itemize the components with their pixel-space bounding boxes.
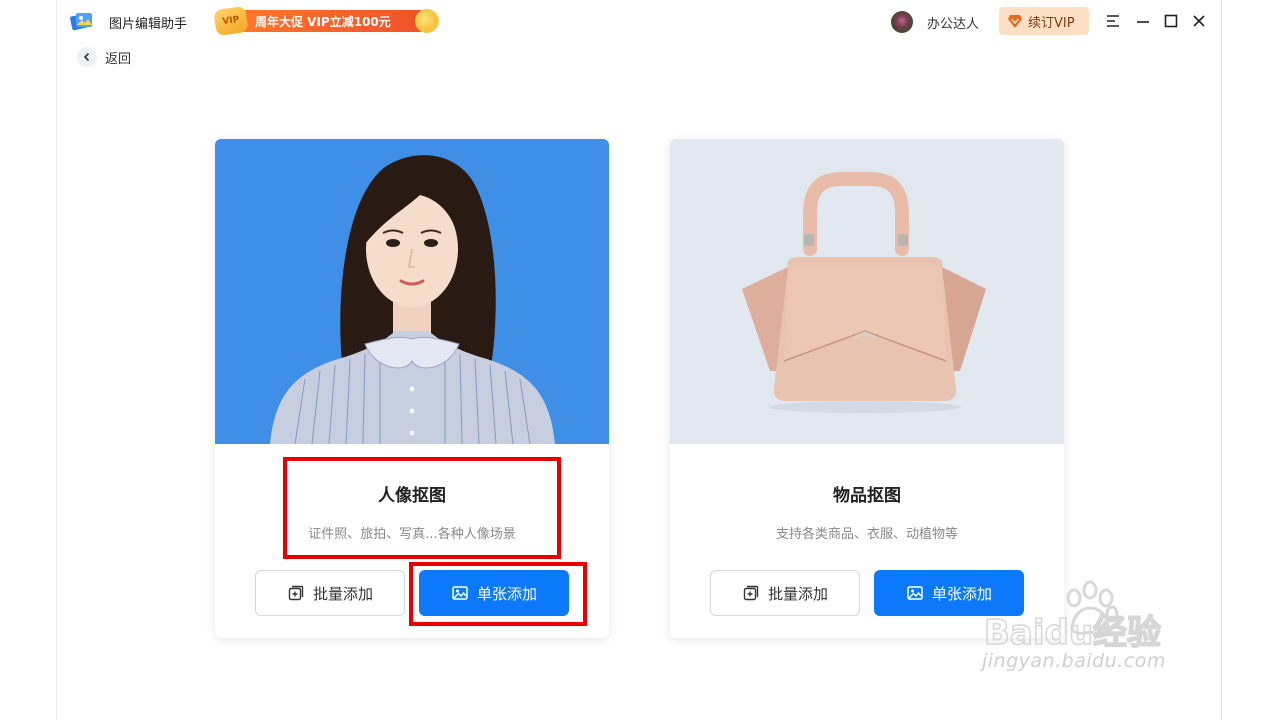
card-description: 支持各类商品、衣服、动植物等 xyxy=(775,527,958,542)
renew-vip-label: 续订VIP xyxy=(1028,15,1075,31)
svg-text:Baidu经验: Baidu经验 xyxy=(984,613,1161,652)
back-label: 返回 xyxy=(105,51,132,67)
image-icon xyxy=(907,586,923,600)
highlight-box-button xyxy=(409,562,587,626)
card-title: 物品抠图 xyxy=(833,486,901,506)
menu-icon xyxy=(1107,15,1119,27)
portrait-sample-image xyxy=(215,139,609,444)
batch-add-icon xyxy=(288,585,304,601)
chevron-left-icon xyxy=(83,52,90,62)
renew-vip-button[interactable]: 续订VIP xyxy=(999,7,1089,35)
close-icon xyxy=(1193,15,1205,27)
vip-badge-icon: VIP xyxy=(213,5,249,37)
maximize-button[interactable] xyxy=(1160,10,1182,32)
app-name: 图片编辑助手 xyxy=(109,17,188,32)
batch-add-button[interactable]: 批量添加 xyxy=(710,570,860,616)
menu-button[interactable] xyxy=(1102,10,1124,32)
app-logo-icon xyxy=(70,13,92,31)
coin-icon xyxy=(415,9,439,33)
handbag-sample-image xyxy=(670,139,1064,444)
minimize-button[interactable] xyxy=(1132,10,1154,32)
promo-text: 周年大促 VIP立减100元 xyxy=(255,15,391,29)
batch-add-label: 批量添加 xyxy=(312,584,373,603)
baidu-watermark: Baidu经验 jingyan.baidu.com xyxy=(982,580,1212,690)
username[interactable]: 办公达人 xyxy=(927,13,979,32)
back-circle xyxy=(77,47,97,67)
watermark-brand-text: Baidu经验 xyxy=(983,612,1162,652)
title-bar: 图片编辑助手 VIP 周年大促 VIP立减100元 办公达人 续订VIP xyxy=(57,0,1221,42)
promo-banner[interactable]: VIP 周年大促 VIP立减100元 xyxy=(213,5,439,37)
avatar[interactable] xyxy=(891,11,913,33)
minimize-icon xyxy=(1137,21,1149,23)
maximize-icon xyxy=(1164,14,1178,28)
back-button[interactable]: 返回 xyxy=(77,46,131,68)
diamond-icon xyxy=(1008,15,1022,28)
batch-add-label: 批量添加 xyxy=(767,584,828,603)
highlight-box-title xyxy=(283,457,561,559)
object-cutout-card: 物品抠图 支持各类商品、衣服、动植物等 批量添加 单张添加 xyxy=(670,139,1064,638)
batch-add-icon xyxy=(743,585,759,601)
close-button[interactable] xyxy=(1188,10,1210,32)
batch-add-button[interactable]: 批量添加 xyxy=(255,570,405,616)
watermark-url: jingyan.baidu.com xyxy=(982,650,1166,672)
